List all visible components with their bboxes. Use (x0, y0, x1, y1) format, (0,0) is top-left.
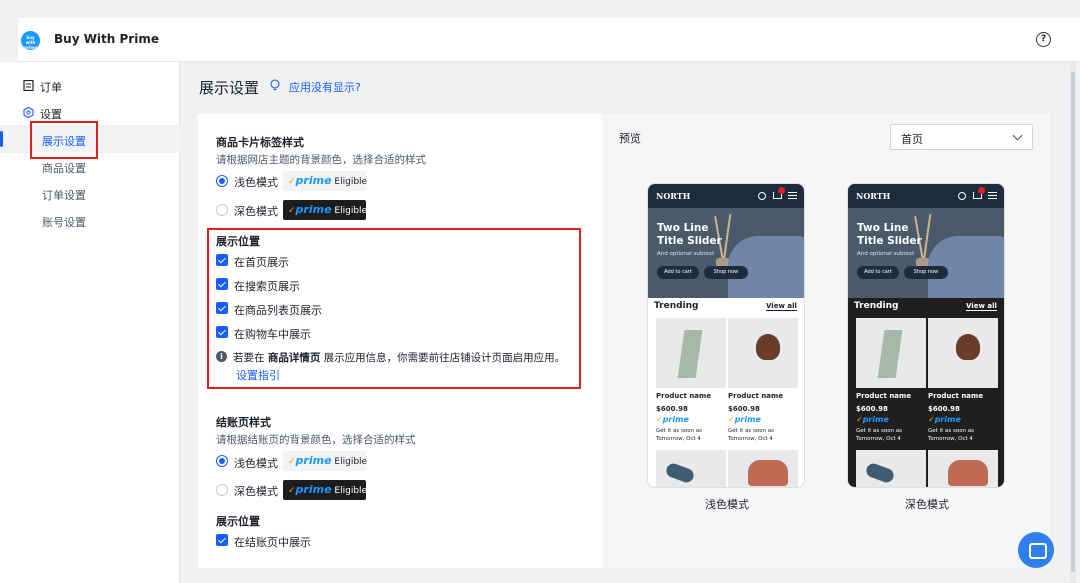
product-image (728, 450, 798, 487)
prime-badge-dark: ✓prime Eligible (283, 200, 367, 220)
cart-count-badge (778, 187, 785, 194)
highlight-box-sidebar (30, 121, 98, 159)
hero-title-line1: Two Line (657, 222, 709, 234)
checkout-style-dark-radio[interactable] (216, 484, 228, 496)
app-header: buy with prime Buy With Prime ? (18, 18, 1080, 62)
chevron-down-icon (1012, 130, 1023, 141)
product-price: $600.98 (728, 405, 760, 413)
hero-shop-now-button: Shop now (904, 266, 948, 279)
prime-label: ✓prime (728, 415, 761, 424)
hero-subtext: And optional subtext (857, 251, 915, 257)
product-name: Product name (856, 392, 912, 400)
dark-mode-caption: 深色模式 (905, 498, 949, 511)
menu-icon (988, 192, 997, 199)
product-name: Product name (656, 392, 712, 400)
orders-icon (23, 80, 34, 91)
chat-support-button[interactable] (1018, 532, 1054, 568)
prime-badge-light: ✓prime Eligible (283, 171, 367, 191)
prime-label: ✓prime (856, 415, 889, 424)
settings-icon (23, 107, 34, 118)
view-all-link: View all (966, 302, 997, 311)
checkout-style-dark-label: 深色模式 (234, 485, 278, 498)
trending-heading: Trending (854, 301, 899, 311)
sidebar-item-account-settings[interactable]: 账号设置 (42, 214, 86, 230)
cart-count-badge (978, 187, 985, 194)
product-image (928, 318, 998, 388)
sidebar-active-indicator (0, 131, 3, 147)
product-name: Product name (728, 392, 784, 400)
checkout-style-light-radio[interactable] (216, 455, 228, 467)
checkout-prime-badge-light: ✓prime Eligible (283, 451, 367, 471)
delivery-estimate: Get it as soon as Tomorrow, Oct 4 (656, 428, 703, 442)
phone-preview-dark: NORTH Two Line Title Slider And optional… (847, 183, 1005, 488)
sidebar-item-settings[interactable]: 设置 (40, 106, 62, 122)
product-image (728, 318, 798, 388)
card-style-light-label: 浅色模式 (234, 176, 278, 189)
checkout-style-heading: 结账页样式 (216, 416, 271, 429)
hero-add-to-cart-button: Add to cart (657, 266, 699, 279)
card-style-dark-radio[interactable] (216, 204, 228, 216)
card-style-light-radio[interactable] (216, 175, 228, 187)
product-image (656, 318, 726, 388)
hero-title-line2: Title Slider (657, 235, 722, 247)
hero-banner: Two Line Title Slider And optional subte… (848, 208, 1004, 298)
sidebar-item-product-settings[interactable]: 商品设置 (42, 160, 86, 176)
delivery-estimate: Get it as soon as Tomorrow, Oct 4 (928, 428, 975, 442)
card-style-heading: 商品卡片标签样式 (216, 136, 304, 149)
hero-title-line2: Title Slider (857, 235, 922, 247)
card-style-dark-label: 深色模式 (234, 205, 278, 218)
search-icon (958, 192, 966, 200)
lightbulb-icon (270, 79, 280, 91)
product-image (656, 450, 726, 487)
checkout-position-heading: 展示位置 (216, 515, 260, 528)
phone-preview-light: NORTH Two Line Title Slider And optional… (647, 183, 805, 488)
preview-page-select[interactable]: 首页 (890, 124, 1033, 150)
checkout-style-light-label: 浅色模式 (234, 457, 278, 470)
product-image (856, 318, 926, 388)
app-not-showing-link[interactable]: 应用没有显示? (289, 79, 361, 95)
prime-label: ✓prime (656, 415, 689, 424)
phone-nav: NORTH (648, 184, 804, 208)
product-image (928, 450, 998, 487)
hero-title-line1: Two Line (857, 222, 909, 234)
highlight-box-display-position (207, 228, 581, 389)
hero-subtext: And optional subtext (657, 251, 715, 257)
checkbox-checkout-label: 在结账页中展示 (234, 536, 311, 549)
product-price: $600.98 (656, 405, 688, 413)
preview-page-select-value: 首页 (901, 133, 923, 146)
phone-nav: NORTH (848, 184, 1004, 208)
hero-banner: Two Line Title Slider And optional subte… (648, 208, 804, 298)
light-mode-caption: 浅色模式 (705, 498, 749, 511)
page-scrollbar[interactable] (1070, 62, 1076, 583)
checkout-style-desc: 请根据结账页的背景颜色，选择合适的样式 (216, 434, 416, 446)
product-price: $600.98 (856, 405, 888, 413)
checkout-prime-badge-dark: ✓prime Eligible (283, 480, 367, 500)
sidebar-item-orders[interactable]: 订单 (40, 79, 62, 95)
delivery-estimate: Get it as soon as Tomorrow, Oct 4 (856, 428, 903, 442)
search-icon (758, 192, 766, 200)
store-logo: NORTH (656, 191, 691, 201)
prime-label: ✓prime (928, 415, 961, 424)
help-icon[interactable]: ? (1036, 32, 1051, 47)
menu-icon (788, 192, 797, 199)
preview-label: 预览 (619, 132, 641, 145)
delivery-estimate: Get it as soon as Tomorrow, Oct 4 (728, 428, 775, 442)
product-image (856, 450, 926, 487)
card-style-desc: 请根据网店主题的背景颜色，选择合适的样式 (216, 154, 426, 166)
app-brand-name: Buy With Prime (54, 32, 159, 46)
view-all-link: View all (766, 302, 797, 311)
window-top-strip (0, 0, 1080, 18)
hero-shop-now-button: Shop now (704, 266, 748, 279)
trending-heading: Trending (654, 301, 699, 311)
hero-add-to-cart-button: Add to cart (857, 266, 899, 279)
page-title: 展示设置 (199, 79, 260, 97)
checkbox-checkout[interactable] (216, 534, 228, 546)
product-name: Product name (928, 392, 984, 400)
buy-with-prime-logo: buy with prime (21, 31, 40, 50)
sidebar-item-order-settings[interactable]: 订单设置 (42, 187, 86, 203)
product-price: $600.98 (928, 405, 960, 413)
store-logo: NORTH (856, 191, 891, 201)
